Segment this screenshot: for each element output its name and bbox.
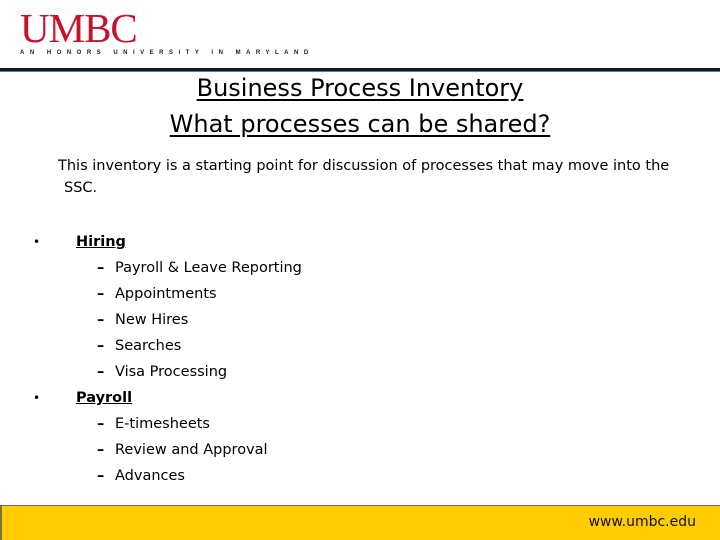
list-item-text: E-timesheets (115, 416, 210, 432)
list-item-text: Searches (115, 338, 182, 354)
list-item-text: Visa Processing (115, 364, 228, 380)
list-item-text: Appointments (115, 286, 217, 302)
dash-icon: – (97, 416, 105, 432)
slide-title: Business Process Inventory What processe… (0, 70, 720, 142)
intro-line-2: SSC. (64, 180, 98, 196)
list-item-text: Payroll & Leave Reporting (115, 260, 302, 276)
footer-url-link[interactable]: www.umbc.edu (589, 514, 696, 530)
footer-bar: www.umbc.edu (0, 505, 720, 540)
intro-line-1: This inventory is a starting point for d… (58, 158, 670, 174)
section-heading-text: Hiring (76, 234, 126, 250)
umbc-logo: UMBC AN HONORS UNIVERSITY IN MARYLAND (20, 6, 314, 56)
dash-icon: – (97, 286, 105, 302)
dash-icon: – (97, 468, 105, 484)
title-line-1: Business Process Inventory (196, 74, 524, 102)
list-item-text: Advances (115, 468, 185, 484)
logo-tagline: AN HONORS UNIVERSITY IN MARYLAND (20, 50, 314, 56)
dash-icon: – (97, 312, 105, 328)
bullet-icon: • (33, 391, 41, 405)
list-item-text: New Hires (115, 312, 189, 328)
section-heading-text: Payroll (76, 390, 133, 406)
intro-paragraph: This inventory is a starting point for d… (58, 155, 698, 199)
dash-icon: – (97, 364, 105, 380)
list-item-text: Review and Approval (115, 442, 268, 458)
logo-wordmark: UMBC (20, 5, 138, 51)
bullet-icon: • (33, 235, 41, 249)
dash-icon: – (97, 338, 105, 354)
dash-icon: – (97, 442, 105, 458)
title-line-2: What processes can be shared? (169, 110, 551, 138)
dash-icon: – (97, 260, 105, 276)
